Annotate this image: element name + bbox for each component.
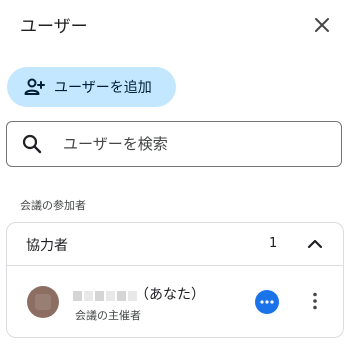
panel-header: ユーザー: [0, 0, 352, 52]
section-label: 会議の参加者: [20, 199, 86, 212]
collaborators-panel: 協力者 1 （あなた） 会議の主催者: [6, 222, 344, 338]
redacted-name: [73, 291, 137, 301]
search-input[interactable]: [61, 134, 325, 154]
person-add-icon: [22, 75, 46, 99]
more-horiz-icon[interactable]: [255, 290, 279, 314]
group-name: 協力者: [26, 238, 68, 254]
participant-name-suffix: （あなた）: [135, 287, 205, 303]
avatar: [27, 286, 59, 318]
add-user-label: ユーザーを追加: [54, 80, 152, 96]
search-icon: [21, 133, 43, 155]
add-user-button[interactable]: ユーザーを追加: [7, 67, 176, 107]
participant-role: 会議の主催者: [75, 309, 141, 322]
close-icon: [315, 18, 329, 32]
participant-count: 1: [269, 236, 278, 251]
more-vert-icon[interactable]: [307, 288, 323, 314]
close-button[interactable]: [309, 12, 335, 38]
panel-title: ユーザー: [20, 17, 88, 37]
search-box[interactable]: [6, 121, 342, 167]
collaborators-header[interactable]: 協力者 1: [7, 223, 343, 266]
participant-row: （あなた） 会議の主催者: [7, 266, 343, 337]
chevron-up-icon[interactable]: [303, 232, 327, 256]
